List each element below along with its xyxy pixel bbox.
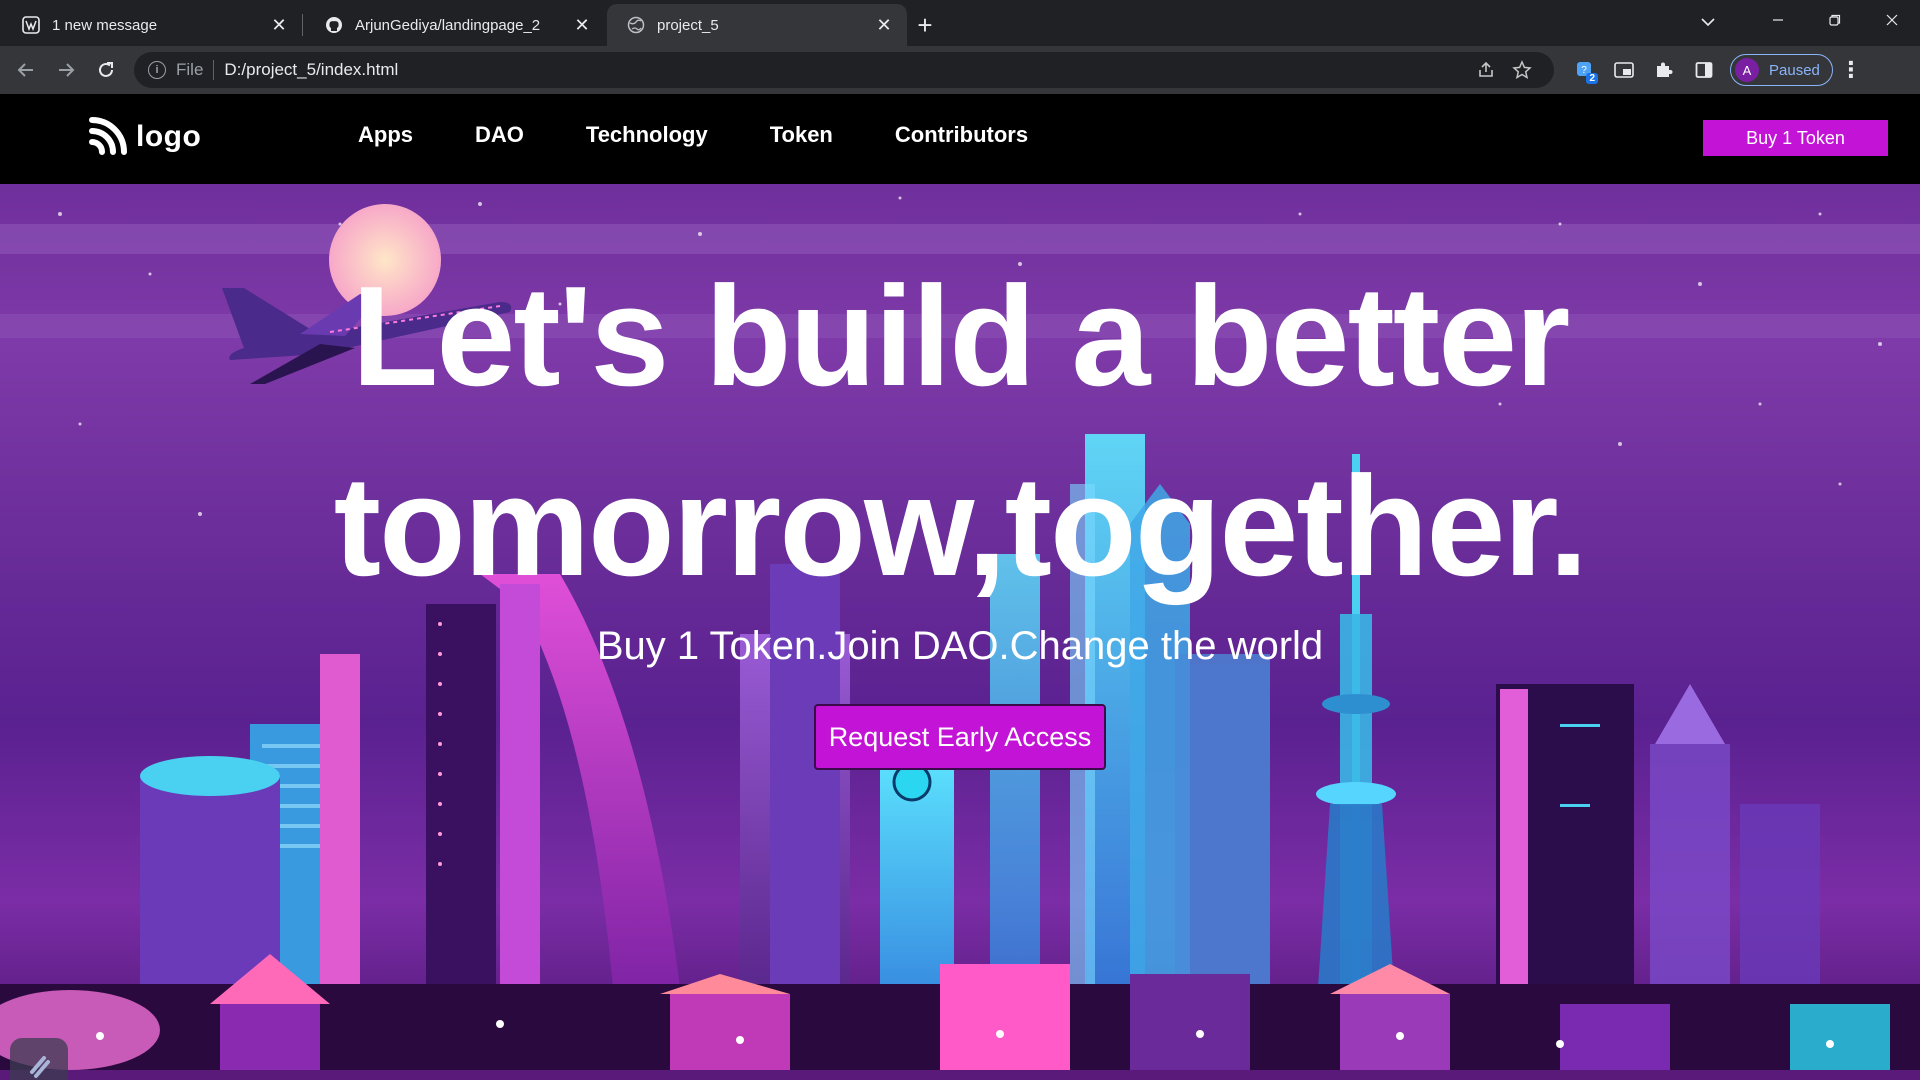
side-panel-icon[interactable]: [1684, 50, 1724, 90]
request-early-access-button[interactable]: Request Early Access: [814, 704, 1106, 770]
tab-title: 1 new message: [52, 16, 158, 34]
back-icon[interactable]: [6, 50, 46, 90]
url-scheme: File: [176, 60, 204, 79]
wordpress-icon: [22, 16, 40, 34]
hero-title-line1: Let's build a better: [351, 257, 1571, 416]
reload-icon[interactable]: [86, 50, 126, 90]
tab-github[interactable]: ArjunGediya/landingpage_2 ✕: [305, 4, 605, 46]
nav-apps[interactable]: Apps: [358, 122, 413, 148]
nav-technology[interactable]: Technology: [586, 122, 708, 148]
minimize-icon[interactable]: [1749, 0, 1806, 40]
site-navbar: logo Apps DAO Technology Token Contribut…: [0, 94, 1920, 184]
hero-section: Let's build a better tomorrow,together. …: [0, 184, 1920, 1080]
nav-dao[interactable]: DAO: [475, 122, 524, 148]
buy-token-button[interactable]: Buy 1 Token: [1703, 120, 1888, 156]
github-icon: [325, 16, 343, 34]
nav-contributors[interactable]: Contributors: [895, 122, 1028, 148]
floating-widget-icon[interactable]: [10, 1038, 68, 1080]
tab-messages[interactable]: 1 new message ✕: [2, 4, 302, 46]
globe-icon: [627, 16, 645, 34]
tab-strip: 1 new message ✕ ArjunGediya/landingpage_…: [0, 0, 1920, 46]
info-icon[interactable]: i: [148, 61, 166, 79]
menu-icon[interactable]: ⋮: [1833, 50, 1869, 90]
profile-button[interactable]: A Paused: [1730, 54, 1833, 86]
share-icon[interactable]: [1468, 52, 1504, 88]
hero-title-line2: tomorrow,together.: [333, 447, 1589, 606]
tab-divider: [302, 14, 303, 36]
tab-title: project_5: [657, 16, 719, 34]
main-nav: Apps DAO Technology Token Contributors: [358, 122, 1090, 148]
forward-icon[interactable]: [46, 50, 86, 90]
bookmark-star-icon[interactable]: [1504, 52, 1540, 88]
picture-in-picture-icon[interactable]: [1604, 50, 1644, 90]
tab-title: ArjunGediya/landingpage_2: [355, 16, 541, 34]
hero-subtitle: Buy 1 Token.Join DAO.Change the world: [596, 624, 1324, 668]
new-tab-button[interactable]: +: [907, 4, 943, 46]
extensions-puzzle-icon[interactable]: [1644, 50, 1684, 90]
profile-status: Paused: [1769, 61, 1820, 79]
url-divider: [213, 60, 215, 80]
extension-badge: 2: [1586, 73, 1598, 84]
rss-logo-icon: [89, 117, 127, 155]
url-text: D:/project_5/index.html: [224, 60, 399, 79]
close-icon[interactable]: ✕: [873, 14, 895, 36]
nav-token[interactable]: Token: [770, 122, 833, 148]
logo-text: logo: [136, 120, 202, 153]
restore-icon[interactable]: [1806, 0, 1863, 40]
browser-toolbar: i File D:/project_5/index.html ? 2 A Pau…: [0, 46, 1920, 94]
close-icon[interactable]: ✕: [268, 14, 290, 36]
site-logo[interactable]: logo: [86, 116, 201, 158]
close-window-icon[interactable]: [1863, 0, 1920, 40]
page-viewport: logo Apps DAO Technology Token Contribut…: [0, 94, 1920, 1080]
tab-project[interactable]: project_5 ✕: [607, 4, 907, 46]
tab-search-icon[interactable]: [1692, 6, 1724, 38]
close-icon[interactable]: ✕: [571, 14, 593, 36]
address-bar[interactable]: i File D:/project_5/index.html: [134, 52, 1554, 88]
avatar: A: [1735, 58, 1759, 82]
extension-icon[interactable]: ? 2: [1564, 50, 1604, 90]
